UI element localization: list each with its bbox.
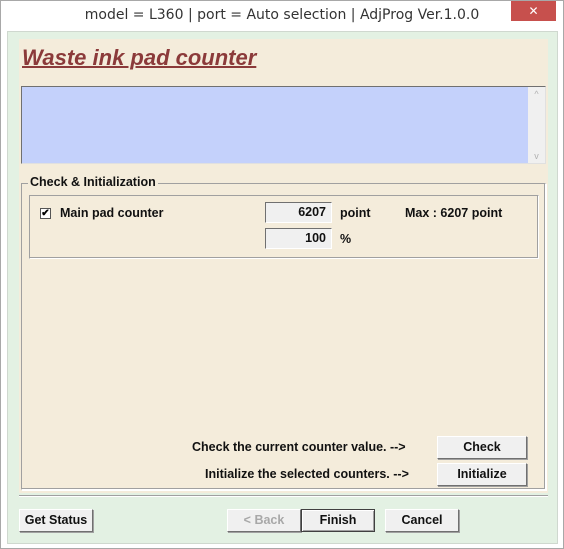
initialize-button[interactable]: Initialize [437, 463, 527, 486]
log-textarea[interactable]: ^ v [21, 86, 546, 164]
app-window: model = L360 | port = Auto selection | A… [0, 0, 564, 549]
close-button[interactable]: ✕ [511, 1, 556, 21]
check-icon: ✔ [41, 208, 50, 219]
scroll-up-icon[interactable]: ^ [528, 89, 545, 99]
cancel-button[interactable]: Cancel [385, 509, 459, 532]
page-title: Waste ink pad counter [22, 45, 257, 70]
counter-list: ✔ Main pad counter 6207 point Max : 6207… [29, 195, 539, 259]
title-bar: model = L360 | port = Auto selection | A… [1, 1, 563, 31]
initialize-hint-label: Initialize the selected counters. --> [205, 467, 409, 481]
footer-separator [19, 495, 548, 497]
finish-button[interactable]: Finish [301, 509, 375, 532]
check-hint-label: Check the current counter value. --> [192, 440, 406, 454]
check-initialization-group: Check & Initialization ✔ Main pad counte… [21, 175, 546, 490]
close-icon: ✕ [528, 4, 539, 18]
main-pad-label: Main pad counter [60, 206, 164, 220]
log-scrollbar[interactable]: ^ v [528, 87, 545, 163]
main-pad-percent-field: 100 [265, 228, 332, 249]
main-pad-checkbox[interactable]: ✔ [40, 208, 51, 219]
point-unit-label: point [340, 206, 371, 220]
percent-unit-label: % [340, 232, 352, 246]
max-value-label: Max : 6207 point [405, 206, 503, 220]
main-pad-value-field: 6207 [265, 202, 332, 223]
get-status-button[interactable]: Get Status [19, 509, 93, 532]
back-button[interactable]: < Back [227, 509, 301, 532]
check-button[interactable]: Check [437, 436, 527, 459]
scroll-down-icon[interactable]: v [528, 151, 545, 161]
content-panel: Waste ink pad counter ^ v Check & Initia… [19, 39, 548, 493]
window-title: model = L360 | port = Auto selection | A… [84, 7, 480, 23]
group-label: Check & Initialization [28, 175, 158, 189]
client-area: Waste ink pad counter ^ v Check & Initia… [7, 31, 558, 544]
